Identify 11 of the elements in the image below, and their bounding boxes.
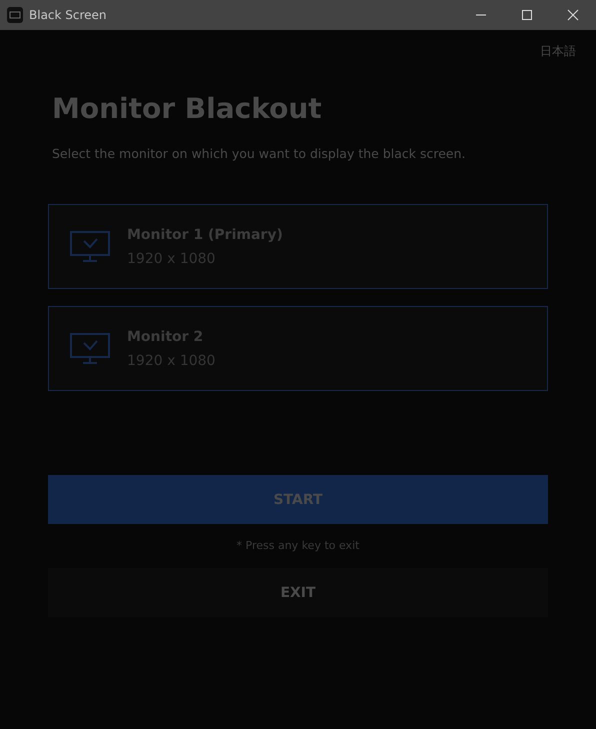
language-link[interactable]: 日本語 (540, 43, 576, 60)
instruction-text: Select the monitor on which you want to display the black screen. (52, 146, 467, 161)
exit-button[interactable]: EXIT (48, 568, 548, 617)
monitor-check-icon (70, 230, 110, 262)
app-icon (7, 7, 23, 23)
window-title: Black Screen (29, 8, 108, 22)
maximize-icon (521, 9, 533, 21)
start-button[interactable]: START (48, 475, 548, 524)
monitor-check-icon (70, 332, 110, 364)
page-heading: Monitor Blackout (52, 92, 323, 126)
close-icon (567, 9, 579, 21)
